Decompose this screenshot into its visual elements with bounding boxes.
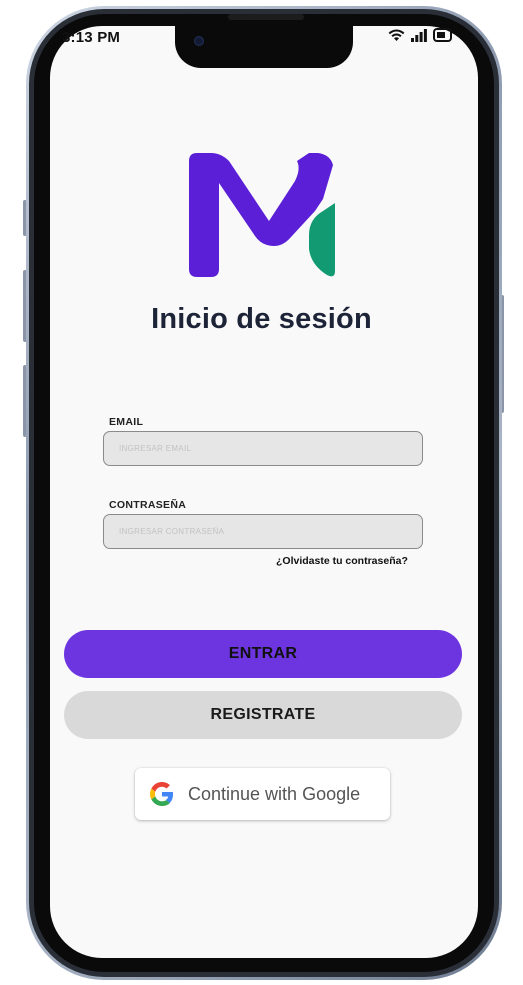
page-title: Inicio de sesión xyxy=(151,303,372,335)
status-time: 3:13 PM xyxy=(62,29,121,46)
email-field[interactable] xyxy=(103,431,423,466)
register-button[interactable]: REGISTRATE xyxy=(64,691,462,739)
password-label: CONTRASEÑA xyxy=(109,499,187,511)
password-field[interactable] xyxy=(103,514,423,549)
google-signin-label: Continue with Google xyxy=(188,783,361,804)
forgot-password-link[interactable]: ¿Olvidaste tu contraseña? xyxy=(276,555,408,567)
status-icons xyxy=(388,28,453,42)
front-camera xyxy=(194,36,204,46)
m-logo xyxy=(189,153,335,277)
email-label: EMAIL xyxy=(109,416,144,428)
login-button[interactable]: ENTRAR xyxy=(64,630,462,678)
battery-icon xyxy=(433,28,452,42)
google-icon xyxy=(150,782,174,806)
speaker xyxy=(228,14,304,20)
signal-icon xyxy=(411,28,427,42)
wifi-icon xyxy=(388,29,405,41)
google-signin-button[interactable]: Continue with Google xyxy=(135,768,390,820)
